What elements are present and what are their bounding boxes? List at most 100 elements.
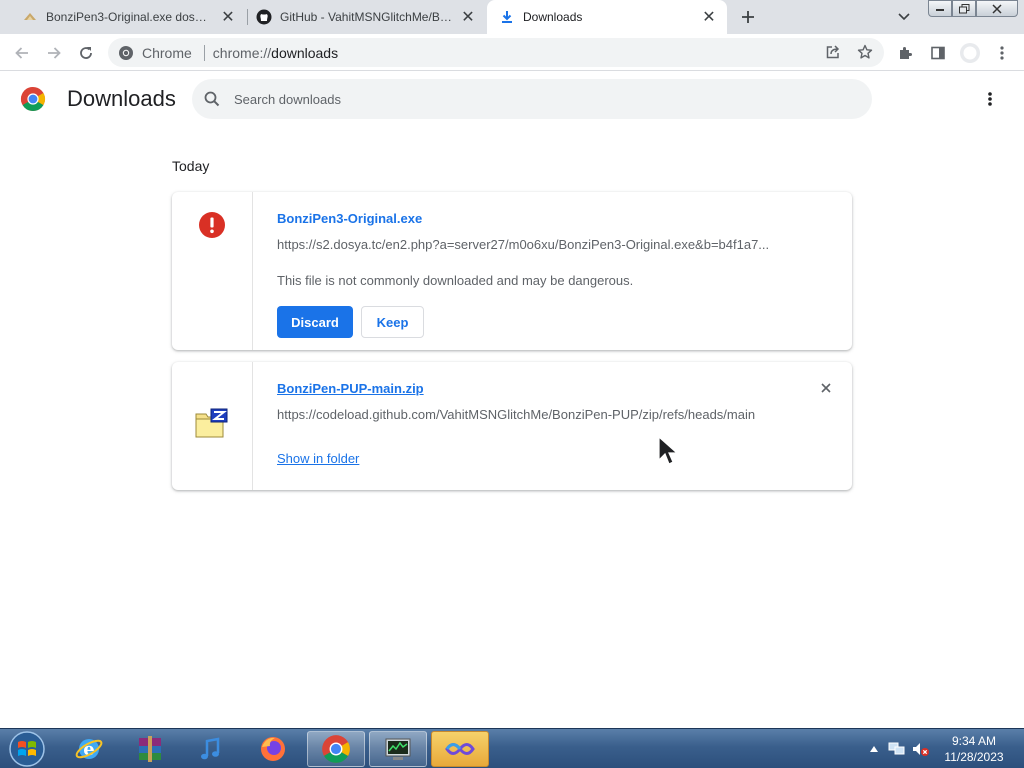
danger-warning: This file is not commonly downloaded and… (277, 273, 634, 288)
reload-button[interactable] (74, 41, 98, 65)
zip-folder-icon (195, 408, 228, 438)
download-icon (499, 9, 515, 25)
page-title: Downloads (67, 86, 176, 111)
reload-icon (80, 47, 92, 59)
plus-icon (742, 11, 754, 23)
close-icon (992, 3, 1002, 14)
window-close-button[interactable] (976, 0, 1018, 17)
clock-date: 11/28/2023 (944, 750, 1004, 764)
taskbar-active-app[interactable] (431, 731, 489, 767)
start-button[interactable] (6, 730, 48, 768)
omnibox-separator (203, 44, 205, 61)
taskbar-clock[interactable]: 9:34 AM 11/28/2023 (938, 733, 1010, 765)
url-scheme: chrome:// (212, 44, 272, 61)
mouse-cursor-icon (658, 436, 679, 465)
download-icon-column (172, 362, 253, 490)
tab-search-button[interactable] (894, 7, 914, 27)
more-vert-icon (1000, 46, 1004, 60)
taskbar-winrar[interactable] (121, 731, 179, 767)
search-input[interactable] (234, 91, 834, 107)
close-icon[interactable]: ✕ (699, 7, 719, 27)
new-tab-button[interactable] (736, 6, 760, 28)
tab-strip: BonziPen3-Original.exe dosyasını indir ✕… (0, 0, 1024, 34)
more-vert-icon (988, 92, 992, 106)
share-button[interactable] (822, 41, 844, 63)
tab-title: GitHub - VahitMSNGlitchMe/BonziPen-PUP (280, 10, 452, 24)
browser-toolbar: Chrome chrome://downloads (0, 34, 1024, 71)
clock-time: 9:34 AM (951, 734, 997, 748)
star-icon (857, 44, 873, 59)
github-icon (256, 9, 272, 25)
close-icon[interactable]: ✕ (458, 7, 478, 27)
search-icon (204, 91, 220, 107)
download-item-dangerous: BonziPen3-Original.exe https://s2.dosya.… (172, 192, 852, 350)
url-host: downloads (271, 44, 339, 61)
minimize-button[interactable] (928, 0, 952, 17)
side-panel-icon (931, 46, 945, 60)
itunes-icon (201, 737, 220, 760)
arrow-left-icon (15, 47, 28, 59)
taskbar-internet-explorer[interactable]: e (60, 731, 118, 767)
share-icon (826, 45, 840, 59)
bookmark-button[interactable] (854, 41, 876, 63)
keep-button[interactable]: Keep (361, 306, 424, 338)
puzzle-icon (900, 47, 912, 59)
avatar-icon (960, 43, 980, 63)
address-bar[interactable]: Chrome chrome://downloads (108, 38, 884, 67)
extensions-button[interactable] (894, 41, 918, 65)
windows-taskbar: e 9:34 AM 11/28/2023 (0, 728, 1024, 768)
taskbar-chrome[interactable] (307, 731, 365, 767)
task-manager-icon (385, 738, 411, 760)
tab-title: Downloads (523, 10, 583, 24)
paint-icon (445, 743, 475, 755)
file-url: https://codeload.github.com/VahitMSNGlit… (277, 407, 756, 422)
download-item-zip: BonziPen-PUP-main.zip https://codeload.g… (172, 362, 852, 490)
forward-button[interactable] (42, 41, 66, 65)
taskbar-task-manager[interactable] (369, 731, 427, 767)
file-name[interactable]: BonziPen3-Original.exe (277, 211, 422, 226)
show-in-folder-link[interactable]: Show in folder (277, 451, 359, 466)
volume-muted-icon[interactable] (912, 741, 930, 757)
chrome-icon (119, 45, 133, 60)
taskbar-itunes[interactable] (182, 731, 240, 767)
file-name[interactable]: BonziPen-PUP-main.zip (277, 381, 424, 396)
site-chip-label: Chrome (142, 44, 192, 61)
windows-start-icon (9, 731, 45, 767)
downloads-page: Downloads Today BonziPen3-Original.exe h… (0, 72, 1024, 728)
firefox-icon (261, 737, 285, 761)
profile-button[interactable] (958, 41, 982, 65)
internet-explorer-icon: e (75, 739, 103, 760)
danger-icon (199, 212, 225, 238)
close-icon[interactable]: ✕ (218, 7, 238, 27)
taskbar-firefox[interactable] (244, 731, 302, 767)
side-panel-button[interactable] (926, 41, 950, 65)
chevron-up-icon (870, 746, 878, 752)
file-url: https://s2.dosya.tc/en2.php?a=server27/m… (277, 237, 770, 252)
remove-download-button[interactable] (816, 378, 836, 398)
downloads-menu-button[interactable] (978, 87, 1002, 111)
show-hidden-icons-button[interactable] (866, 741, 882, 757)
chrome-icon (322, 735, 350, 763)
back-button[interactable] (10, 41, 34, 65)
discard-button[interactable]: Discard (277, 306, 353, 338)
close-icon (821, 383, 831, 393)
restore-button[interactable] (952, 0, 976, 17)
minimize-icon (936, 8, 944, 11)
chrome-logo-icon (20, 86, 46, 112)
download-icon-column (172, 192, 253, 350)
file-favicon-icon (22, 9, 38, 25)
tab-downloads[interactable]: Downloads ✕ (487, 0, 727, 34)
tab-bonzipen-download[interactable]: BonziPen3-Original.exe dosyasını indir ✕ (14, 0, 246, 34)
restore-icon (958, 3, 969, 13)
winrar-icon (139, 736, 161, 762)
tab-github[interactable]: GitHub - VahitMSNGlitchMe/BonziPen-PUP ✕ (248, 0, 486, 34)
arrow-right-icon (48, 47, 61, 59)
search-downloads[interactable] (192, 79, 872, 119)
browser-menu-button[interactable] (990, 41, 1014, 65)
system-tray (866, 729, 930, 768)
date-section-label: Today (172, 158, 210, 174)
site-info-chip[interactable]: Chrome (108, 45, 192, 61)
tab-title: BonziPen3-Original.exe dosyasını indir (46, 10, 212, 24)
network-icon[interactable] (888, 741, 906, 757)
chevron-down-icon (898, 13, 910, 21)
